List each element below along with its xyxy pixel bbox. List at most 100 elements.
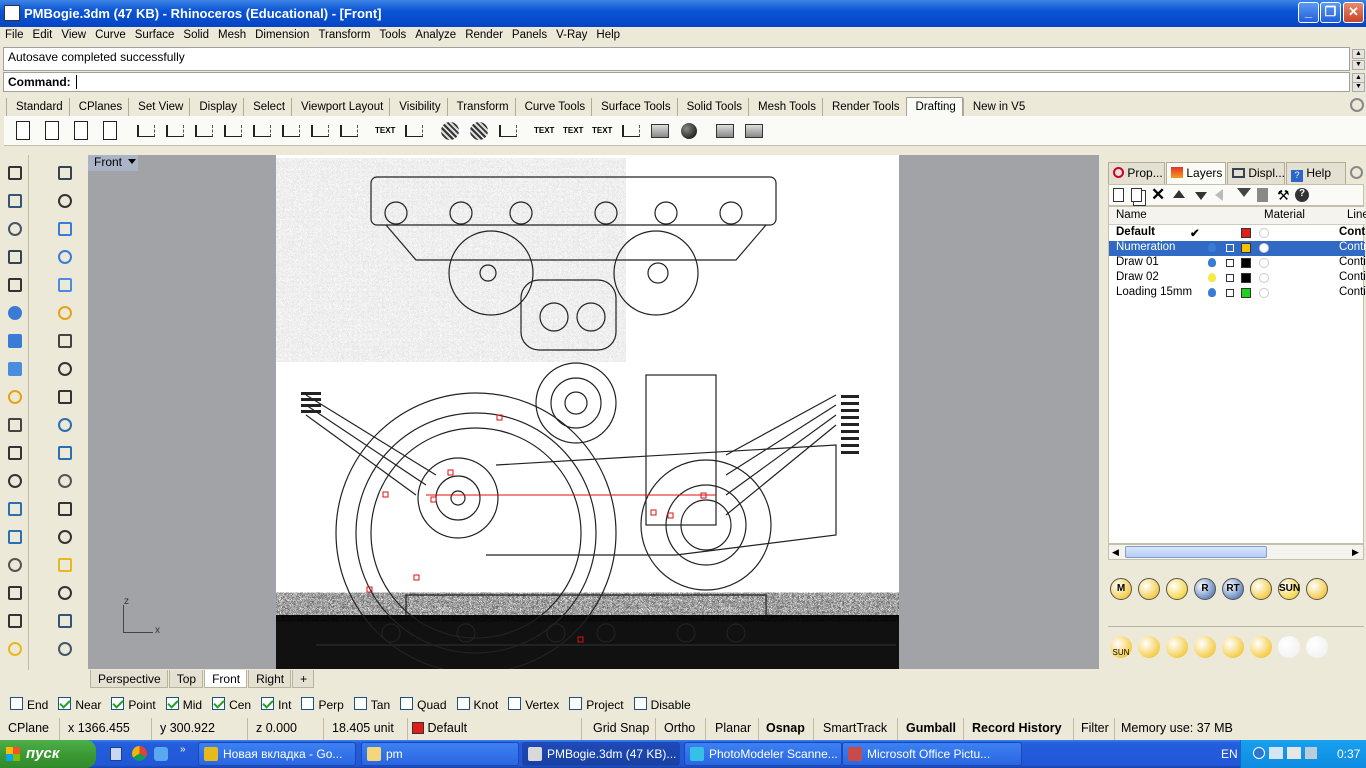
layer-help-icon[interactable]: ? [1295,188,1309,202]
menu-dimension[interactable]: Dimension [250,27,313,41]
taskbar-button[interactable]: PMBogie.3dm (47 KB)... [522,742,680,766]
boolean-icon[interactable] [2,441,28,467]
text-object-icon[interactable] [2,497,28,523]
tab-viewport-layout[interactable]: Viewport Layout [291,98,389,117]
render-tool-icon[interactable]: RT [1222,578,1244,600]
explode-icon[interactable] [52,385,78,411]
lock-icon[interactable] [1226,259,1234,267]
ortho-toggle[interactable]: Ortho [664,718,706,740]
smarttrack-toggle[interactable]: SmartTrack [823,718,898,740]
tab-properties[interactable]: Prop... [1108,162,1165,184]
light-tool-icon[interactable]: SUN [1110,636,1132,658]
material-icon[interactable] [52,637,78,663]
tab-visibility[interactable]: Visibility [389,98,446,117]
lightbulb-icon[interactable] [1208,288,1216,297]
clipping-plane-icon[interactable] [647,118,671,142]
tab-perspective[interactable]: Perspective [90,670,168,688]
text-object-icon[interactable]: TEXT [560,118,584,142]
start-button[interactable]: пуск [0,740,96,768]
restore-button[interactable]: ❐ [1320,2,1341,23]
tray-back-icon[interactable] [1253,747,1265,759]
cage-icon[interactable] [2,609,28,635]
light-tool-icon[interactable] [1278,636,1300,658]
lightbulb-icon[interactable] [1208,243,1216,252]
quicklaunch-expand-icon[interactable]: » [180,744,186,755]
tab-display[interactable]: Display [189,98,243,117]
new-layout-icon[interactable] [10,118,34,142]
polyline-icon[interactable] [2,189,28,215]
menu-transform[interactable]: Transform [313,27,374,41]
taskbar-button[interactable]: Microsoft Office Pictu... [842,742,1022,766]
taskbar-button[interactable]: pm [361,742,519,766]
osnap-checkbox-quad[interactable] [400,697,414,711]
new-page-icon[interactable] [68,118,92,142]
quicklaunch-explorer-icon[interactable] [154,747,168,761]
scroll-left-icon[interactable]: ◀ [1112,547,1119,558]
osnap-toggle[interactable]: Osnap [766,718,814,740]
lock-icon[interactable] [1226,274,1234,282]
point-cloud-icon[interactable] [2,553,28,579]
command-line[interactable]: Command: [3,72,1350,92]
command-scroll-down[interactable]: ▼ [1352,82,1365,92]
angle-dimension-icon[interactable] [249,118,273,142]
text-edit-icon[interactable]: TEXT [589,118,613,142]
osnap-checkbox-knot[interactable] [456,697,470,711]
new-detail-icon[interactable] [39,118,63,142]
layer-row[interactable]: Numeration Contin [1109,241,1366,256]
extrude-icon[interactable] [2,413,28,439]
taskbar-button[interactable]: Новая вкладка - Go... [198,742,356,766]
menu-analyze[interactable]: Analyze [410,27,460,41]
scroll-thumb[interactable] [1125,546,1267,558]
planar-toggle[interactable]: Planar [715,718,759,740]
rotate-icon[interactable] [52,525,78,551]
osnap-checkbox-cen[interactable] [212,697,226,711]
mesh-icon[interactable] [2,637,28,663]
new-sublayer-icon[interactable] [1131,188,1142,202]
render-tool-icon[interactable] [1306,578,1328,600]
sphere-icon[interactable] [52,329,78,355]
annotation-style-icon[interactable] [495,118,519,142]
arc-icon[interactable] [52,273,78,299]
grid-snap-toggle[interactable]: Grid Snap [593,718,656,740]
box-icon[interactable] [2,329,28,355]
new-layer-icon[interactable] [1113,188,1124,202]
tab-right[interactable]: Right [248,670,292,688]
page-setup-icon[interactable] [97,118,121,142]
tab-set-view[interactable]: Set View [128,98,189,117]
material-icon[interactable] [1259,273,1269,283]
layer-row[interactable]: Draw 02 Contin [1109,271,1366,286]
tray-volume-icon[interactable] [1305,747,1317,759]
language-indicator[interactable]: EN [1221,747,1238,761]
dimension-icon[interactable] [52,553,78,579]
viewport-title[interactable]: Front [88,155,138,171]
minimize-button[interactable]: _ [1298,2,1319,23]
tab-surface-tools[interactable]: Surface Tools [591,98,676,117]
section-icon[interactable] [466,118,490,142]
current-layer[interactable]: Default [412,718,582,740]
tab-help[interactable]: ? Help [1286,162,1346,184]
tab-curve-tools[interactable]: Curve Tools [514,98,592,117]
lock-icon[interactable] [1226,244,1234,252]
filter-icon[interactable] [1237,188,1251,197]
menu-vray[interactable]: V-Ray [551,27,591,41]
osnap-checkbox-int[interactable] [261,697,275,711]
light-tool-icon[interactable] [1166,636,1188,658]
osnap-checkbox-disable[interactable] [633,697,647,711]
tab-front[interactable]: Front [204,670,248,688]
menu-file[interactable]: File [0,27,28,41]
layer-current-check[interactable]: ✔ [1190,226,1200,240]
layer-linetype[interactable]: Cont [1339,226,1365,238]
lightbulb-icon[interactable] [1208,273,1216,282]
col-material[interactable]: Material [1264,209,1305,221]
viewport-dropdown-icon[interactable] [128,159,136,168]
layer-states-icon[interactable] [1257,188,1268,202]
aligned-dimension-icon[interactable] [162,118,186,142]
layer-linetype[interactable]: Contin [1339,286,1366,298]
light-tool-icon[interactable] [1250,636,1272,658]
quicklaunch-desktop-icon[interactable] [110,747,122,761]
interpolate-curve-icon[interactable] [52,189,78,215]
move-down-icon[interactable] [1195,192,1207,200]
linear-dimension-icon[interactable] [133,118,157,142]
surface-edge-icon[interactable] [52,301,78,327]
radius-dimension-icon[interactable] [307,118,331,142]
